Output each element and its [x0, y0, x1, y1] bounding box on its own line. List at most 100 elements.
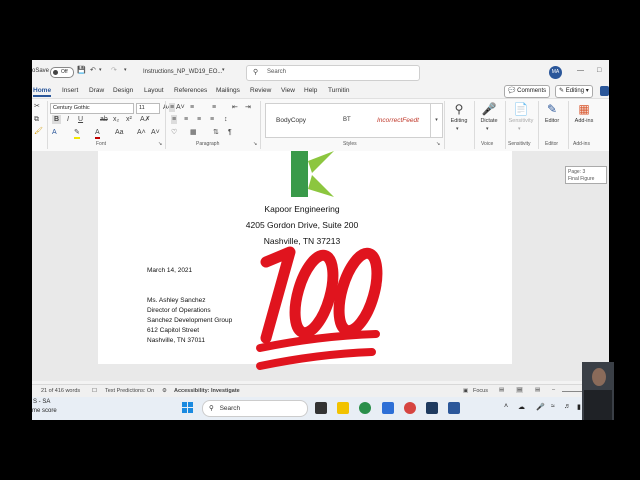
- paragraph-dialog-launcher-icon[interactable]: ↘: [253, 140, 257, 149]
- undo-dropdown-icon[interactable]: ▾: [99, 66, 102, 75]
- calculator-icon[interactable]: [382, 402, 394, 414]
- search-box[interactable]: ⚲ Search: [246, 65, 420, 81]
- company-street: 4205 Gordon Drive, Suite 200: [245, 220, 359, 230]
- format-painter-icon[interactable]: 🖌: [34, 127, 43, 136]
- tab-view[interactable]: View: [281, 87, 295, 94]
- restore-icon[interactable]: □: [597, 66, 601, 75]
- cut-icon[interactable]: ✂: [34, 102, 40, 111]
- line-spacing-icon[interactable]: ↕: [224, 115, 228, 124]
- print-layout-icon[interactable]: ▤: [516, 387, 524, 393]
- italic-button[interactable]: I: [67, 115, 69, 124]
- grow-font-icon-2[interactable]: A˄: [137, 128, 146, 137]
- style-incorrect-feedback[interactable]: IncorrectFeedt: [377, 117, 419, 124]
- highlight-icon[interactable]: ✎: [74, 128, 80, 139]
- read-mode-icon[interactable]: ▤: [499, 387, 504, 393]
- zoom-out-icon[interactable]: –: [552, 387, 555, 393]
- chrome-icon[interactable]: [359, 402, 371, 414]
- tab-design[interactable]: Design: [113, 87, 133, 94]
- document-name[interactable]: Instructions_NP_WD19_EO...: [143, 69, 222, 75]
- underline-button[interactable]: U: [78, 115, 83, 124]
- tab-layout[interactable]: Layout: [144, 87, 164, 94]
- justify-icon[interactable]: ≡: [210, 115, 214, 124]
- customize-qat-icon[interactable]: ▾: [124, 66, 127, 75]
- windows-start-icon[interactable]: [182, 402, 194, 414]
- font-color-icon[interactable]: A: [95, 128, 100, 139]
- chevron-up-icon[interactable]: ˄: [504, 403, 508, 410]
- weather-subtitle[interactable]: me score: [32, 408, 57, 414]
- show-formatting-icon[interactable]: ¶: [228, 128, 232, 137]
- battery-icon[interactable]: ▮: [577, 403, 581, 411]
- tab-mailings[interactable]: Mailings: [216, 87, 240, 94]
- tab-help[interactable]: Help: [304, 87, 317, 94]
- borders-icon[interactable]: ▦: [190, 128, 197, 137]
- dictate-button[interactable]: 🎤 Dictate ▾: [476, 102, 502, 138]
- style-bt[interactable]: BT: [343, 117, 351, 123]
- increase-indent-icon[interactable]: ⇥: [245, 103, 251, 112]
- bullets-icon[interactable]: ≡: [169, 103, 176, 112]
- terminal-icon[interactable]: [426, 402, 438, 414]
- doc-name-chevron-icon[interactable]: ▾: [222, 66, 225, 75]
- shrink-font-icon-2[interactable]: A˅: [151, 128, 160, 137]
- copy-icon[interactable]: ⧉: [34, 115, 39, 124]
- align-center-icon[interactable]: ≡: [184, 115, 188, 124]
- font-name-select[interactable]: Century Gothic: [50, 103, 134, 114]
- share-icon[interactable]: [600, 86, 609, 96]
- align-left-icon[interactable]: ≡: [171, 115, 178, 124]
- focus-mode[interactable]: Focus: [473, 388, 488, 394]
- volume-icon[interactable]: ♬: [564, 403, 571, 410]
- taskbar-search[interactable]: ⚲ Search: [202, 400, 308, 417]
- decrease-indent-icon[interactable]: ⇤: [232, 103, 238, 112]
- mic-tray-icon[interactable]: 🎤: [536, 403, 545, 411]
- shading-icon[interactable]: ♡: [171, 128, 177, 137]
- proofing-icon[interactable]: ☐: [92, 388, 97, 394]
- chrome-profile-icon[interactable]: [404, 402, 416, 414]
- numbering-icon[interactable]: ≡: [190, 103, 194, 112]
- editing-mode-button[interactable]: ✎ Editing ▾: [555, 85, 593, 98]
- file-explorer-icon[interactable]: [337, 402, 349, 414]
- font-dialog-launcher-icon[interactable]: ↘: [158, 140, 162, 149]
- text-predictions[interactable]: Text Predictions: On: [105, 388, 154, 394]
- bold-button[interactable]: B: [52, 115, 62, 124]
- editor-button[interactable]: ✎ Editor: [540, 102, 564, 138]
- redo-icon[interactable]: ↷: [111, 66, 117, 75]
- style-bodycopy[interactable]: BodyCopy: [276, 117, 306, 124]
- tab-turnitin[interactable]: Turnitin: [328, 87, 349, 94]
- multilevel-list-icon[interactable]: ≡: [212, 103, 216, 112]
- strikethrough-button[interactable]: ab: [100, 115, 108, 124]
- undo-icon[interactable]: ↶: [90, 66, 96, 75]
- tab-review[interactable]: Review: [250, 87, 271, 94]
- sensitivity-button[interactable]: 📄 Sensitivity ▾: [507, 102, 535, 138]
- word-app-icon[interactable]: [448, 402, 460, 414]
- autosave-toggle[interactable]: Off: [50, 67, 74, 78]
- subscript-button[interactable]: x₂: [113, 115, 119, 124]
- web-layout-icon[interactable]: ▤: [535, 387, 540, 393]
- task-view-icon[interactable]: [315, 402, 327, 414]
- tab-home[interactable]: Home: [33, 87, 52, 97]
- weather-title[interactable]: S - SA: [33, 399, 50, 405]
- addins-button[interactable]: ▦ Add-ins: [570, 102, 598, 138]
- comments-button[interactable]: 💬 Comments: [504, 85, 551, 98]
- accessibility-status[interactable]: Accessibility: Investigate: [174, 388, 240, 394]
- minimize-icon[interactable]: —: [577, 66, 584, 75]
- sort-icon[interactable]: ⇅: [213, 128, 219, 137]
- styles-dialog-launcher-icon[interactable]: ↘: [436, 140, 440, 149]
- tab-insert[interactable]: Insert: [62, 87, 78, 94]
- wifi-icon[interactable]: ≈: [551, 403, 555, 410]
- change-case-icon[interactable]: Aa: [115, 128, 124, 137]
- cloud-icon[interactable]: ☁: [518, 403, 525, 411]
- align-right-icon[interactable]: ≡: [197, 115, 201, 124]
- text-effects-icon[interactable]: A: [52, 128, 57, 137]
- shrink-font-icon[interactable]: A˅: [176, 103, 185, 112]
- webcam-overlay: [582, 362, 614, 420]
- tab-draw[interactable]: Draw: [89, 87, 104, 94]
- save-icon[interactable]: 💾: [77, 66, 86, 75]
- font-size-select[interactable]: 11: [136, 103, 160, 114]
- editing-button[interactable]: ⚲ Editing ▾: [447, 102, 471, 138]
- divider: [505, 101, 506, 149]
- styles-scroll[interactable]: ▾: [430, 104, 442, 137]
- clear-formatting-icon[interactable]: A✗: [140, 115, 151, 124]
- avatar[interactable]: MA: [549, 66, 562, 79]
- word-count[interactable]: 21 of 416 words: [41, 388, 80, 394]
- superscript-button[interactable]: x²: [126, 115, 132, 124]
- tab-references[interactable]: References: [174, 87, 207, 94]
